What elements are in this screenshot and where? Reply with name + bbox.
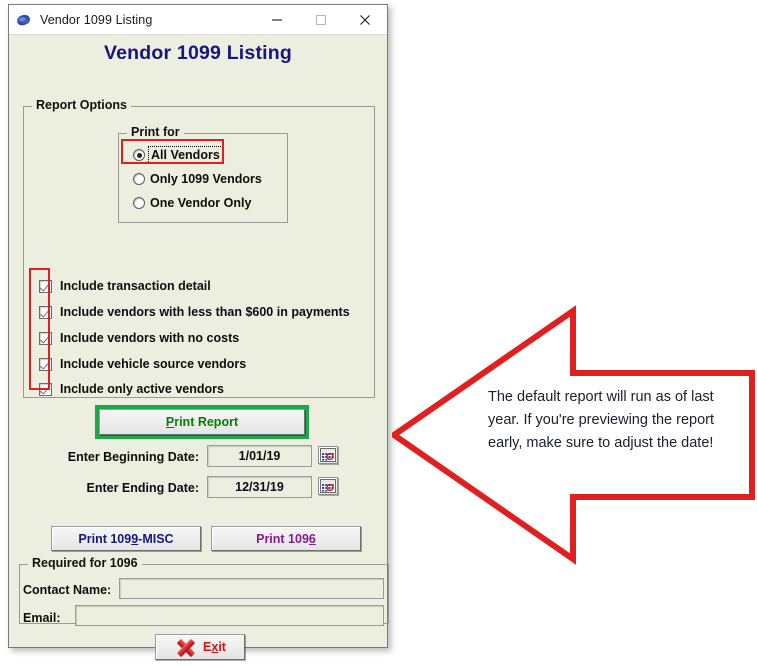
- checkbox-include-vehicle-source-vendors-box: [39, 357, 52, 371]
- radio-one-vendor-only-label: One Vendor Only: [150, 196, 252, 210]
- annotation-text: The default report will run as of last y…: [488, 389, 715, 451]
- checkbox-include-vendors-no-costs-box: [39, 331, 52, 345]
- radio-one-vendor-only-indicator: [133, 197, 145, 209]
- window-controls: [255, 5, 387, 35]
- checkbox-include-only-active-vendors-label: Include only active vendors: [60, 382, 224, 396]
- page-title: Vendor 1099 Listing: [103, 42, 293, 64]
- checkbox-include-vendors-no-costs-label: Include vendors with no costs: [60, 331, 240, 345]
- begin-date-input[interactable]: 1/01/19: [207, 445, 312, 467]
- contact-name-input[interactable]: [119, 578, 384, 599]
- checkbox-include-transaction-detail-box: [39, 279, 52, 293]
- close-icon[interactable]: [343, 5, 387, 35]
- print-1099-misc-button[interactable]: Print 1099-MISC: [51, 526, 201, 551]
- print-report-label-rest: rint Report: [174, 415, 239, 429]
- checkbox-include-vehicle-source-vendors-label: Include vehicle source vendors: [60, 357, 247, 371]
- print-report-button[interactable]: Print Report: [99, 409, 305, 435]
- checkbox-include-vendors-under-600-box: [39, 305, 52, 319]
- checkbox-include-vehicle-source-vendors[interactable]: Include vehicle source vendors: [39, 357, 246, 371]
- report-options-legend: Report Options: [32, 98, 131, 112]
- radio-only-1099-vendors-indicator: [133, 173, 145, 185]
- checkbox-include-vendors-under-600[interactable]: Include vendors with less than $600 in p…: [39, 305, 350, 319]
- minimize-icon[interactable]: [255, 5, 299, 35]
- radio-only-1099-vendors[interactable]: Only 1099 Vendors: [133, 172, 262, 186]
- checkbox-include-transaction-detail-label: Include transaction detail: [60, 279, 211, 293]
- end-date-label: Enter Ending Date:: [86, 481, 199, 495]
- radio-all-vendors[interactable]: All Vendors: [133, 146, 223, 164]
- checkbox-include-transaction-detail[interactable]: Include transaction detail: [39, 279, 211, 293]
- contact-name-label: Contact Name:: [23, 583, 112, 597]
- window-client-area: Vendor 1099 Listing Report Options Print…: [9, 35, 389, 660]
- checkbox-include-only-active-vendors[interactable]: Include only active vendors: [39, 382, 224, 396]
- email-input[interactable]: [75, 605, 384, 626]
- exit-button[interactable]: Exit: [155, 634, 245, 660]
- title-bar: Vendor 1099 Listing: [9, 5, 387, 35]
- print-for-legend: Print for: [127, 125, 184, 139]
- window-title: Vendor 1099 Listing: [40, 12, 153, 27]
- vendor-1099-listing-window: Vendor 1099 Listing Vendor 1099 Listing …: [8, 4, 389, 660]
- annotation-callout: The default report will run as of last y…: [392, 300, 756, 570]
- radio-only-1099-vendors-label: Only 1099 Vendors: [150, 172, 262, 186]
- print-for-group: Print for All Vendors Only 1099 Vendors …: [118, 125, 288, 223]
- checkbox-include-vendors-no-costs[interactable]: Include vendors with no costs: [39, 331, 239, 345]
- checkbox-include-vendors-under-600-label: Include vendors with less than $600 in p…: [60, 305, 350, 319]
- checkbox-include-only-active-vendors-box: [39, 382, 52, 396]
- close-x-icon: [174, 638, 198, 657]
- calendar-icon-end[interactable]: [318, 477, 338, 495]
- end-date-input[interactable]: 12/31/19: [207, 476, 312, 498]
- calendar-icon-begin[interactable]: [318, 446, 338, 464]
- globe-icon: [15, 12, 32, 28]
- radio-one-vendor-only[interactable]: One Vendor Only: [133, 196, 251, 210]
- report-options-group: Report Options Print for All Vendors Onl…: [23, 98, 375, 398]
- email-label: Email:: [23, 611, 61, 625]
- print-1096-button[interactable]: Print 1096: [211, 526, 361, 551]
- radio-all-vendors-indicator: [133, 149, 145, 161]
- required-for-1096-legend: Required for 1096: [28, 556, 142, 570]
- begin-date-label: Enter Beginning Date:: [67, 450, 199, 464]
- radio-all-vendors-label: All Vendors: [148, 146, 223, 164]
- maximize-icon[interactable]: [299, 5, 343, 35]
